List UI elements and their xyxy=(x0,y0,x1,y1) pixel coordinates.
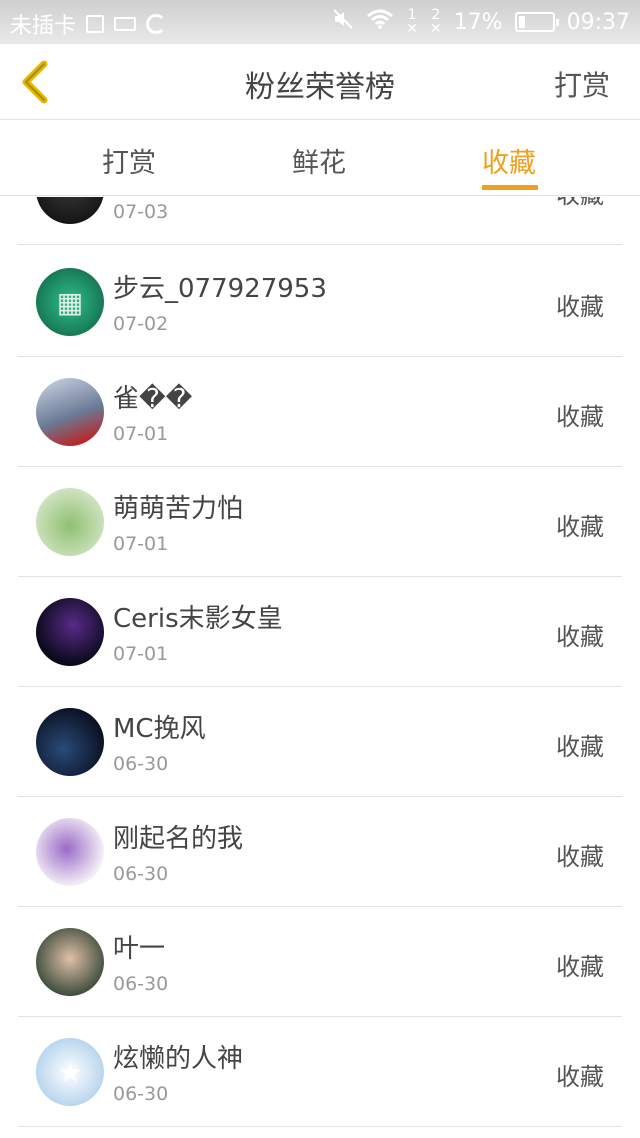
carrier-text: 未插卡 xyxy=(10,14,77,39)
avatar xyxy=(36,598,104,666)
user-name: Ceris末影女皇 xyxy=(113,604,283,634)
wifi-icon xyxy=(366,8,394,36)
date-text: 06-30 xyxy=(113,973,169,995)
user-name: 刚起名的我 xyxy=(113,824,244,854)
fan-list[interactable]: 07-03 收藏 ▦ 步云_077927953 07-02 收藏 雀�� 07-… xyxy=(0,197,640,1138)
avatar xyxy=(36,197,104,224)
avatar xyxy=(36,378,104,446)
user-name: 萌萌苦力怕 xyxy=(113,494,244,524)
avatar xyxy=(36,708,104,776)
user-name: MC挽风 xyxy=(113,714,206,744)
clock: 09:37 xyxy=(566,9,630,35)
action-label: 收藏 xyxy=(556,293,604,321)
mute-icon xyxy=(332,8,354,36)
action-label: 收藏 xyxy=(556,733,604,761)
date-text: 07-03 xyxy=(113,201,169,223)
list-item[interactable]: ★ 炫懒的人神 06-30 收藏 xyxy=(18,1017,622,1127)
list-item[interactable]: ▦ 步云_077927953 07-02 收藏 xyxy=(18,247,622,357)
status-bar: 未插卡 1 ✕ 2 ✕ 17% 09:37 xyxy=(0,0,640,44)
active-tab-indicator xyxy=(482,185,538,190)
action-label: 收藏 xyxy=(556,843,604,871)
signal-sim2-icon: 2 ✕ xyxy=(429,7,442,37)
signal-sim1-icon: 1 ✕ xyxy=(406,7,418,37)
action-label: 收藏 xyxy=(556,623,604,651)
avatar-glyph: ▦ xyxy=(56,286,84,319)
date-text: 06-30 xyxy=(113,753,169,775)
list-item[interactable]: Ceris末影女皇 07-01 收藏 xyxy=(18,577,622,687)
list-item[interactable]: 萌萌苦力怕 07-01 收藏 xyxy=(18,467,622,577)
action-label: 收藏 xyxy=(556,197,604,210)
date-text: 07-01 xyxy=(113,643,169,665)
list-item[interactable]: 叶一 06-30 收藏 xyxy=(18,907,622,1017)
user-name: 雀�� xyxy=(113,384,193,414)
page-title: 粉丝荣誉榜 xyxy=(245,70,395,105)
action-label: 收藏 xyxy=(556,513,604,541)
avatar: ★ xyxy=(36,1038,104,1106)
date-text: 06-30 xyxy=(113,863,169,885)
list-item[interactable]: 刚起名的我 06-30 收藏 xyxy=(18,797,622,907)
battery-fill xyxy=(518,16,525,28)
avatar: ▦ xyxy=(36,268,104,336)
keyboard-icon xyxy=(114,17,137,31)
reward-button[interactable]: 打赏 xyxy=(554,64,610,104)
tab-favorites[interactable]: 收藏 xyxy=(482,141,536,180)
user-name: 炫懒的人神 xyxy=(113,1044,244,1074)
battery-percent: 17% xyxy=(453,9,503,35)
qzone-star-icon: ★ xyxy=(57,1056,83,1089)
list-item[interactable]: 雀�� 07-01 收藏 xyxy=(18,357,622,467)
action-label: 收藏 xyxy=(556,953,604,981)
avatar xyxy=(36,488,104,556)
avatar xyxy=(36,928,104,996)
sim-icon xyxy=(86,15,105,33)
date-text: 06-30 xyxy=(113,1083,169,1105)
sim1-label: 1 xyxy=(407,7,417,23)
list-item[interactable]: 07-03 收藏 xyxy=(18,197,622,245)
tab-bar: 打赏 鲜花 收藏 xyxy=(0,121,640,196)
list-item[interactable]: MC挽风 06-30 收藏 xyxy=(18,687,622,797)
sim2-label: 2 xyxy=(431,7,441,23)
tab-reward[interactable]: 打赏 xyxy=(102,141,156,180)
sync-icon xyxy=(146,14,167,34)
date-text: 07-01 xyxy=(113,533,169,555)
battery-icon xyxy=(514,12,559,32)
action-label: 收藏 xyxy=(556,403,604,431)
action-label: 收藏 xyxy=(556,1063,604,1091)
tab-flowers[interactable]: 鲜花 xyxy=(292,141,346,180)
date-text: 07-02 xyxy=(113,313,169,335)
user-name: 叶一 xyxy=(113,934,166,964)
avatar xyxy=(36,818,104,886)
user-name: 步云_077927953 xyxy=(113,274,327,304)
date-text: 07-01 xyxy=(113,423,169,445)
nav-header: 粉丝荣誉榜 打赏 xyxy=(0,44,640,120)
